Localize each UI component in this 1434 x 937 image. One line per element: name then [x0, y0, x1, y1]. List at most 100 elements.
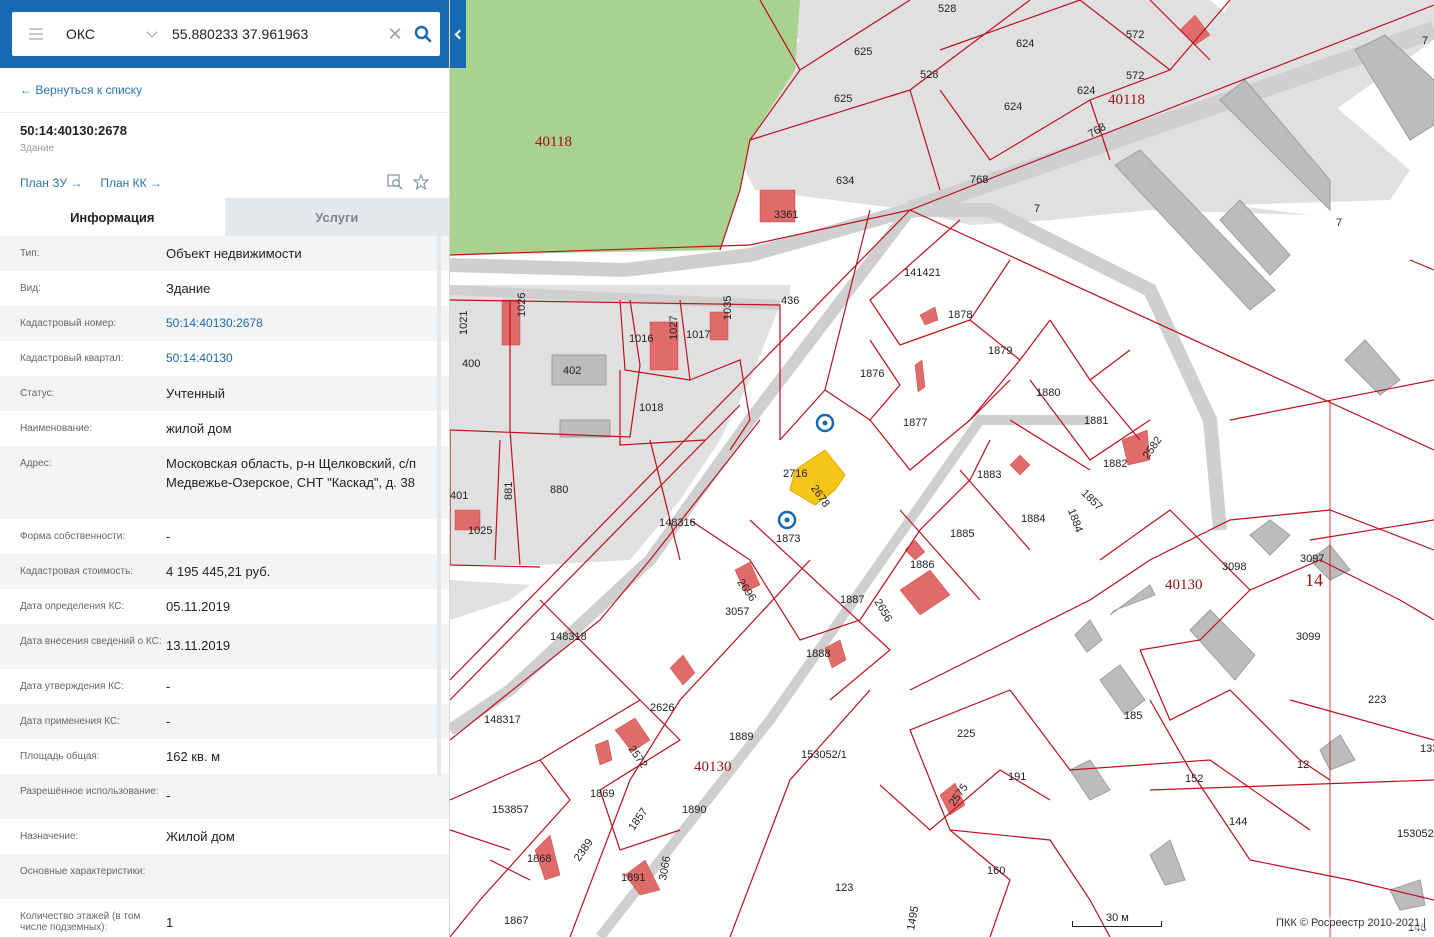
- svg-text:223: 223: [1368, 694, 1386, 706]
- cadastral-number-link[interactable]: 50:14:40130:2678: [166, 314, 435, 333]
- svg-text:2656: 2656: [872, 597, 895, 624]
- svg-text:40130: 40130: [694, 759, 732, 775]
- svg-text:1887: 1887: [840, 594, 864, 606]
- svg-text:2389: 2389: [572, 837, 596, 864]
- svg-text:1027: 1027: [668, 316, 680, 340]
- cadastral-map[interactable]: 528 625 625 624 624 572 572 624 40118 76…: [450, 0, 1434, 937]
- plan-zu-link[interactable]: План ЗУ →: [20, 176, 82, 190]
- svg-text:880: 880: [550, 484, 568, 496]
- field-label: Дата применения КС:: [20, 716, 121, 727]
- object-type: Здание: [20, 143, 55, 154]
- svg-text:1890: 1890: [682, 804, 706, 816]
- copyright-footer: ПКК © Росреестр 2010-2021 |: [1274, 917, 1428, 929]
- field-value: 13.11.2019: [166, 638, 231, 653]
- tab-bar: Информация Услуги: [0, 198, 449, 236]
- info-row-type: Тип: Объект недвижимости: [0, 236, 449, 271]
- svg-text:1021: 1021: [458, 311, 470, 335]
- info-row-address: Адрес: Московская область, р-н Щелковски…: [0, 446, 449, 519]
- svg-text:148317: 148317: [484, 714, 521, 726]
- svg-text:1885: 1885: [950, 528, 974, 540]
- scrollbar[interactable]: [437, 236, 441, 776]
- svg-text:1880: 1880: [1036, 387, 1060, 399]
- svg-text:40130: 40130: [1165, 577, 1203, 593]
- info-panel: ОКС ✕ ← Вернуться к списку 50:14:40130:2…: [0, 0, 450, 937]
- svg-text:3099: 3099: [1296, 631, 1320, 643]
- plan-links: План ЗУ → План КК →: [0, 168, 449, 198]
- info-row-permitted-use: Разрешённое использование: -: [0, 774, 449, 819]
- search-icon[interactable]: [406, 12, 440, 56]
- svg-text:400: 400: [462, 358, 480, 370]
- svg-text:1884: 1884: [1065, 507, 1085, 534]
- svg-text:7: 7: [1034, 203, 1040, 215]
- svg-text:160: 160: [987, 865, 1005, 877]
- chevron-left-icon: [454, 29, 465, 39]
- svg-text:2575: 2575: [947, 782, 971, 809]
- app-root: 528 625 625 624 624 572 572 624 40118 76…: [0, 0, 1434, 937]
- search-header: ОКС ✕: [0, 0, 449, 68]
- info-row-cost-approval-date: Дата утверждения КС: -: [0, 669, 449, 704]
- svg-text:148318: 148318: [550, 631, 587, 643]
- tab-services[interactable]: Услуги: [224, 198, 449, 236]
- svg-text:1882: 1882: [1103, 458, 1127, 470]
- svg-text:141421: 141421: [904, 267, 941, 279]
- field-value: Жилой дом: [166, 829, 235, 844]
- svg-text:436: 436: [781, 295, 799, 307]
- svg-text:572: 572: [1126, 70, 1144, 82]
- svg-text:3097: 3097: [1300, 553, 1324, 565]
- svg-text:12: 12: [1297, 759, 1309, 771]
- menu-icon[interactable]: [12, 12, 60, 56]
- svg-text:133: 133: [1420, 743, 1434, 755]
- svg-text:153857: 153857: [492, 804, 529, 816]
- object-type-select[interactable]: ОКС: [60, 12, 162, 56]
- svg-text:1889: 1889: [729, 731, 753, 743]
- info-row-name: Наименование: жилой дом: [0, 411, 449, 446]
- star-icon[interactable]: [412, 172, 430, 193]
- svg-text:1888: 1888: [806, 648, 830, 660]
- svg-text:634: 634: [836, 175, 854, 187]
- plan-kk-link[interactable]: План КК →: [100, 176, 162, 190]
- field-label: Кадастровая стоимость:: [20, 566, 134, 577]
- svg-text:3361: 3361: [774, 209, 798, 221]
- field-label: Дата утверждения КС:: [20, 681, 124, 692]
- tab-information[interactable]: Информация: [0, 198, 225, 236]
- svg-text:144: 144: [1229, 816, 1247, 828]
- svg-text:528: 528: [920, 69, 938, 81]
- svg-text:153052/: 153052/: [1397, 828, 1434, 840]
- field-label: Площадь общая:: [20, 751, 100, 762]
- collapse-panel-button[interactable]: [450, 0, 466, 68]
- info-row-status: Статус: Учтенный: [0, 376, 449, 411]
- svg-text:572: 572: [1126, 29, 1144, 41]
- map-canvas[interactable]: 528 625 625 624 624 572 572 624 40118 76…: [450, 0, 1434, 937]
- svg-text:1017: 1017: [686, 329, 710, 341]
- svg-text:1857: 1857: [1079, 487, 1105, 513]
- info-row-main-characteristics: Основные характеристики:: [0, 854, 449, 899]
- scale-bar: [1072, 921, 1162, 927]
- cadastral-block-link[interactable]: 50:14:40130: [166, 349, 435, 368]
- svg-text:528: 528: [938, 3, 956, 15]
- field-value: 162 кв. м: [166, 749, 221, 764]
- svg-text:2626: 2626: [650, 702, 674, 714]
- svg-text:7: 7: [1336, 217, 1342, 229]
- zoom-to-object-icon[interactable]: [387, 173, 403, 193]
- field-label: Количество этажей (в том числе подземных…: [20, 911, 141, 933]
- info-row-cost-apply-date: Дата применения КС: -: [0, 704, 449, 739]
- svg-text:1886: 1886: [910, 559, 934, 571]
- svg-text:1869: 1869: [590, 788, 614, 800]
- info-row-cadastral-block: Кадастровый квартал: 50:14:40130: [0, 341, 449, 376]
- info-row-cost-date: Дата определения КС: 05.11.2019: [0, 589, 449, 624]
- svg-text:1018: 1018: [639, 402, 663, 414]
- info-row-floors: Количество этажей (в том числе подземных…: [0, 899, 449, 937]
- search-input[interactable]: [162, 12, 384, 56]
- field-label: Форма собственности:: [20, 531, 126, 542]
- field-value: Московская область, р-н Щелковский, с/п …: [166, 456, 417, 490]
- field-label: Назначение:: [20, 831, 79, 842]
- svg-text:40118: 40118: [535, 134, 572, 150]
- svg-text:1891: 1891: [621, 872, 645, 884]
- svg-text:152: 152: [1185, 773, 1203, 785]
- field-value: 05.11.2019: [166, 599, 231, 614]
- field-value: жилой дом: [166, 421, 232, 436]
- back-to-list-link[interactable]: ← Вернуться к списку: [0, 68, 449, 113]
- svg-text:624: 624: [1004, 101, 1022, 113]
- field-value: -: [166, 529, 171, 544]
- close-icon[interactable]: ✕: [384, 12, 406, 56]
